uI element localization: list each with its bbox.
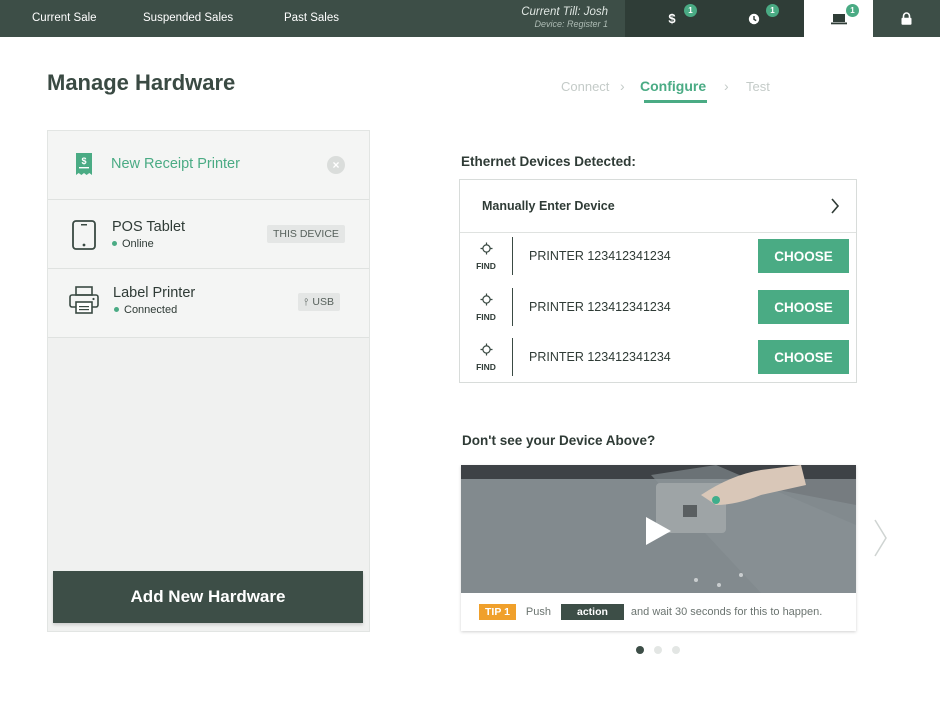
chevron-right-icon (831, 198, 840, 214)
tab-suspended-sales[interactable]: Suspended Sales (143, 0, 233, 37)
device-status: Online (112, 238, 154, 250)
hardware-badge: 1 (846, 4, 859, 17)
tip-badge-number: 1 (504, 606, 510, 618)
hardware-button[interactable]: 1 (804, 0, 874, 37)
find-button[interactable]: FIND (460, 338, 512, 380)
crosshair-icon (480, 293, 492, 306)
new-hardware-item[interactable]: $ New Receipt Printer × (48, 131, 369, 200)
divider (512, 288, 513, 326)
choose-button[interactable]: CHOOSE (758, 290, 849, 324)
laptop-icon (831, 13, 847, 24)
tablet-icon (72, 220, 96, 250)
device-name: PRINTER 123412341234 (529, 249, 671, 263)
printer-icon (69, 286, 99, 314)
crosshair-icon (480, 343, 492, 356)
manually-enter-device-row[interactable]: Manually Enter Device (460, 180, 856, 233)
device-row: FIND PRINTER 123412341234 CHOOSE (460, 233, 856, 283)
active-step-indicator (644, 100, 707, 103)
clock-badge: 1 (766, 4, 779, 17)
choose-button[interactable]: CHOOSE (758, 239, 849, 273)
tab-current-sale[interactable]: Current Sale (32, 0, 97, 37)
divider (512, 338, 513, 376)
find-button[interactable]: FIND (460, 237, 512, 279)
find-label: FIND (476, 362, 496, 372)
hardware-item-label-printer[interactable]: Label Printer Connected ⫯ USB (48, 269, 369, 338)
page-title: Manage Hardware (47, 70, 236, 95)
video-thumbnail (461, 465, 856, 593)
device-name: Label Printer (113, 285, 196, 301)
hardware-item-pos-tablet[interactable]: POS Tablet Online THIS DEVICE (48, 200, 369, 269)
tip-prefix: Push (525, 606, 551, 618)
divider (512, 237, 513, 275)
tip-badge-label: TIP (485, 606, 502, 618)
status-text: Online (122, 238, 154, 250)
tip-suffix: and wait 30 seconds for this to happen. (630, 606, 823, 618)
status-dot (112, 240, 117, 246)
find-label: FIND (476, 312, 496, 322)
lock-icon (901, 12, 912, 25)
top-nav-bar: Current Sale Suspended Sales Past Sales … (0, 0, 940, 37)
carousel-dot-active[interactable] (636, 646, 644, 654)
crosshair-icon (480, 242, 492, 255)
find-button[interactable]: FIND (460, 288, 512, 330)
device-status: Connected (114, 304, 177, 316)
hardware-list-panel: $ New Receipt Printer × POS Tablet Onlin… (47, 130, 370, 632)
ethernet-devices-title: Ethernet Devices Detected: (461, 154, 636, 169)
carousel-dot[interactable] (654, 646, 662, 654)
device-name: PRINTER 123412341234 (529, 300, 671, 314)
usb-tag: ⫯ USB (298, 293, 340, 311)
status-dot (114, 306, 119, 312)
tip-badge: TIP 1 (479, 604, 516, 620)
step-chevron-icon: › (724, 78, 729, 94)
svg-text:$: $ (81, 156, 86, 166)
dollar-icon: $ (668, 11, 676, 26)
step-chevron-icon: › (620, 78, 625, 94)
close-icon[interactable]: × (327, 156, 345, 174)
status-text: Connected (124, 304, 178, 316)
clock-icon (748, 13, 760, 24)
dollar-badge: 1 (684, 4, 697, 17)
tab-past-sales[interactable]: Past Sales (284, 0, 339, 37)
tip-card: TIP 1 Push action and wait 30 seconds fo… (461, 465, 856, 631)
device-row: FIND PRINTER 123412341234 CHOOSE (460, 284, 856, 334)
video-player[interactable] (461, 465, 856, 593)
new-receipt-printer-label: New Receipt Printer (111, 156, 240, 172)
step-test[interactable]: Test (746, 79, 770, 94)
ethernet-device-list: Manually Enter Device FIND PRINTER 12341… (459, 179, 857, 383)
choose-button[interactable]: CHOOSE (758, 340, 849, 374)
current-till-info: Current Till: Josh Device: Register 1 (521, 6, 608, 30)
device-name: POS Tablet (112, 219, 186, 235)
help-title: Don't see your Device Above? (462, 433, 656, 448)
clock-button[interactable]: 1 (724, 0, 784, 37)
device-name: PRINTER 123412341234 (529, 350, 671, 364)
add-new-hardware-button[interactable]: Add New Hardware (53, 571, 363, 623)
carousel-next-icon[interactable] (873, 518, 889, 558)
till-device: Device: Register 1 (534, 19, 608, 29)
carousel-dot[interactable] (672, 646, 680, 654)
step-configure[interactable]: Configure (640, 78, 706, 94)
tip-instruction: TIP 1 Push action and wait 30 seconds fo… (479, 604, 822, 620)
step-connect[interactable]: Connect (561, 79, 609, 94)
action-chip: action (561, 604, 624, 620)
device-row: FIND PRINTER 123412341234 CHOOSE (460, 334, 856, 384)
this-device-tag: THIS DEVICE (267, 225, 345, 243)
find-label: FIND (476, 261, 496, 271)
dollar-button[interactable]: $ 1 (642, 0, 702, 37)
manual-entry-label: Manually Enter Device (482, 199, 615, 213)
lock-button[interactable] (873, 0, 940, 37)
usb-icon: ⫯ (304, 297, 309, 308)
till-user: Current Till: Josh (521, 6, 608, 18)
receipt-icon: $ (76, 153, 92, 175)
usb-tag-label: USB (312, 296, 334, 308)
